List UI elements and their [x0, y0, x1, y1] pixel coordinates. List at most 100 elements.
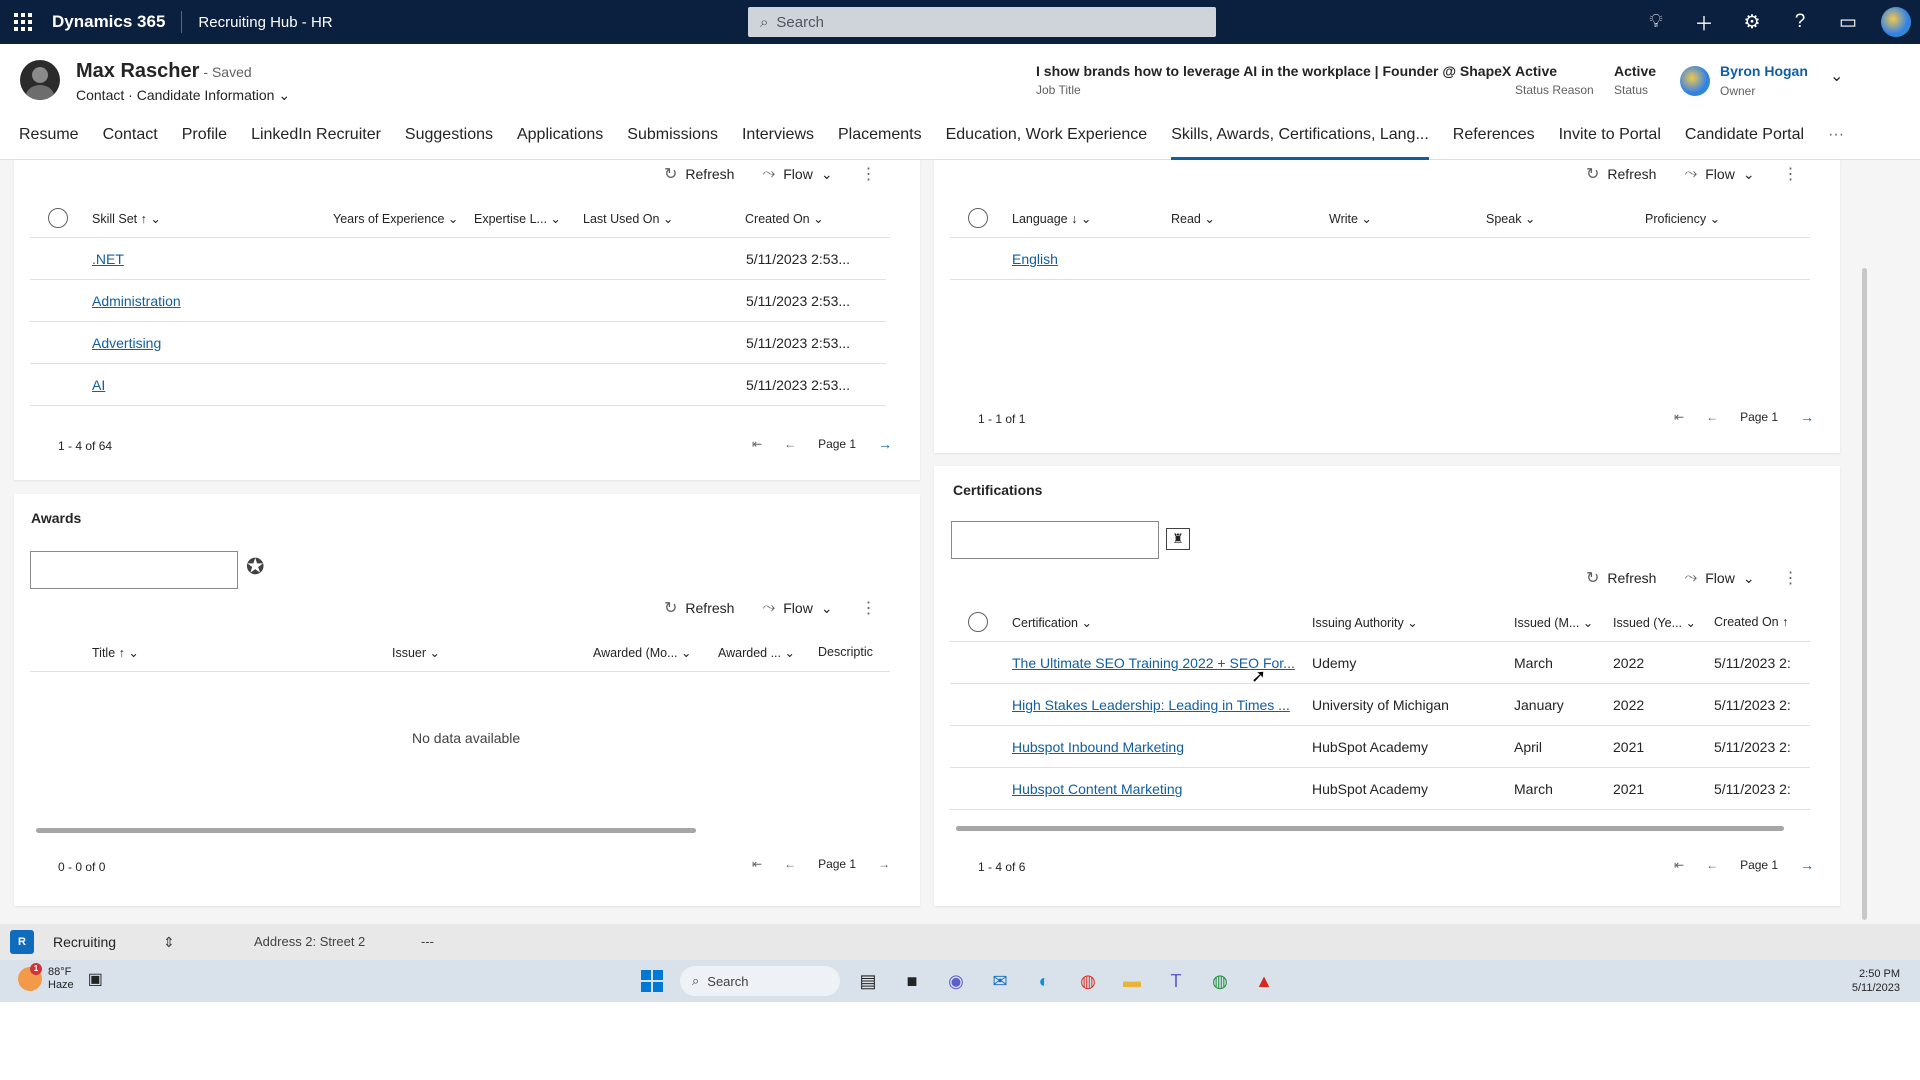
certificate-icon[interactable]: ♜ — [1166, 528, 1190, 550]
skill-link[interactable]: Advertising — [92, 335, 161, 351]
table-row[interactable]: Hubspot Content Marketing HubSpot Academ… — [950, 768, 1810, 810]
taskbar-search[interactable]: ⌕ Search — [680, 966, 840, 996]
address-2-street-2-value[interactable]: --- — [421, 934, 434, 949]
column-title[interactable]: Title ↑ ⌄ — [92, 645, 139, 660]
table-row[interactable]: Administration 5/11/2023 2:53... — [30, 280, 886, 322]
file-explorer-pinned-icon[interactable]: ■ — [896, 965, 928, 997]
app-launcher-icon[interactable] — [0, 0, 46, 44]
plus-icon[interactable]: ＋ — [1680, 9, 1728, 36]
header-expand-chevron-icon[interactable]: ⌄ — [1830, 66, 1843, 86]
app-area-name[interactable]: Recruiting Hub - HR — [198, 14, 332, 31]
table-row[interactable]: Advertising 5/11/2023 2:53... — [30, 322, 886, 364]
first-page-icon[interactable]: ⇤ — [752, 437, 762, 451]
column-issued-year[interactable]: Issued (Ye... ⌄ — [1613, 615, 1696, 630]
next-page-icon[interactable]: → — [878, 436, 892, 452]
skill-link[interactable]: .NET — [92, 251, 124, 267]
next-page-icon[interactable]: → — [1800, 409, 1814, 425]
vertical-scrollbar[interactable] — [1862, 268, 1867, 920]
column-speak[interactable]: Speak ⌄ — [1486, 211, 1535, 226]
tab-references[interactable]: References — [1441, 120, 1547, 160]
flow-button[interactable]: ⤳ Flow ⌄ — [762, 165, 832, 183]
more-options-icon[interactable]: ⋮ — [861, 598, 877, 618]
certification-link[interactable]: Hubspot Content Marketing — [1012, 781, 1182, 797]
tab-suggestions[interactable]: Suggestions — [393, 120, 505, 160]
chrome-profile-icon[interactable]: ◍ — [1204, 965, 1236, 997]
table-row[interactable]: English — [950, 238, 1810, 280]
select-all-checkbox[interactable] — [968, 208, 988, 228]
column-last-used-on[interactable]: Last Used On ⌄ — [583, 211, 673, 226]
select-all-checkbox[interactable] — [48, 208, 68, 228]
horizontal-scrollbar[interactable] — [956, 826, 1784, 831]
column-read[interactable]: Read ⌄ — [1171, 211, 1215, 226]
refresh-button[interactable]: ↻ Refresh — [664, 164, 734, 184]
table-row[interactable]: High Stakes Leadership: Leading in Times… — [950, 684, 1810, 726]
horizontal-scrollbar[interactable] — [36, 828, 696, 833]
previous-page-icon[interactable]: ← — [1706, 858, 1718, 872]
column-language[interactable]: Language ↓ ⌄ — [1012, 211, 1091, 226]
column-created-on[interactable]: Created On ↑ — [1714, 615, 1788, 629]
column-description[interactable]: Descriptic — [818, 645, 873, 659]
certification-link[interactable]: High Stakes Leadership: Leading in Times… — [1012, 697, 1290, 713]
table-row[interactable]: AI 5/11/2023 2:53... — [30, 364, 886, 406]
teams-icon[interactable]: T — [1160, 965, 1192, 997]
folder-icon[interactable]: ▬ — [1116, 965, 1148, 997]
skill-link[interactable]: AI — [92, 377, 105, 393]
acrobat-icon[interactable]: ▲ — [1248, 965, 1280, 997]
more-options-icon[interactable]: ⋮ — [1783, 568, 1799, 588]
tab-education-work-experience[interactable]: Education, Work Experience — [934, 120, 1160, 160]
windows-start-icon[interactable] — [636, 965, 668, 997]
tab-contact[interactable]: Contact — [91, 120, 170, 160]
column-issuing-authority[interactable]: Issuing Authority ⌄ — [1312, 615, 1418, 630]
more-options-icon[interactable]: ⋮ — [1783, 164, 1799, 184]
table-row[interactable]: The Ultimate SEO Training 2022 + SEO For… — [950, 642, 1810, 684]
more-tabs-icon[interactable]: ··· — [1816, 120, 1856, 160]
global-search-input[interactable]: ⌕ Search — [748, 7, 1216, 37]
form-selector[interactable]: Candidate Information ⌄ — [137, 87, 290, 103]
tab-resume[interactable]: Resume — [0, 120, 91, 160]
area-switcher-icon[interactable]: ⇕ — [163, 934, 175, 951]
first-page-icon[interactable]: ⇤ — [1674, 410, 1684, 424]
more-options-icon[interactable]: ⋮ — [861, 164, 877, 184]
flow-button[interactable]: ⤳ Flow ⌄ — [1684, 569, 1754, 587]
first-page-icon[interactable]: ⇤ — [752, 857, 762, 871]
column-years-of-experience[interactable]: Years of Experience ⌄ — [333, 211, 458, 226]
table-row[interactable]: .NET 5/11/2023 2:53... — [30, 238, 886, 280]
column-write[interactable]: Write ⌄ — [1329, 211, 1372, 226]
tab-placements[interactable]: Placements — [826, 120, 934, 160]
widgets-icon[interactable]: ▣ — [88, 969, 103, 989]
certification-link[interactable]: Hubspot Inbound Marketing — [1012, 739, 1184, 755]
tab-submissions[interactable]: Submissions — [615, 120, 730, 160]
tab-profile[interactable]: Profile — [170, 120, 239, 160]
column-proficiency[interactable]: Proficiency ⌄ — [1645, 211, 1720, 226]
app-name[interactable]: Dynamics 365 — [52, 12, 165, 32]
user-avatar[interactable] — [1881, 7, 1911, 37]
column-awarded-month[interactable]: Awarded (Mo... ⌄ — [593, 645, 691, 660]
system-clock[interactable]: 2:50 PM 5/11/2023 — [1852, 967, 1900, 995]
area-name[interactable]: Recruiting — [53, 934, 163, 950]
refresh-button[interactable]: ↻ Refresh — [1586, 164, 1656, 184]
weather-widget[interactable]: 1 88°F Haze ▣ — [18, 963, 103, 992]
tab-applications[interactable]: Applications — [505, 120, 615, 160]
task-view-icon[interactable]: ▤ — [852, 965, 884, 997]
chat-icon[interactable]: ▭ — [1824, 11, 1872, 34]
next-page-icon[interactable]: → — [1800, 857, 1814, 873]
previous-page-icon[interactable]: ← — [1706, 410, 1718, 424]
refresh-button[interactable]: ↻ Refresh — [664, 598, 734, 618]
skill-link[interactable]: Administration — [92, 293, 181, 309]
flow-button[interactable]: ⤳ Flow ⌄ — [1684, 165, 1754, 183]
chrome-icon[interactable]: ◍ — [1072, 965, 1104, 997]
refresh-button[interactable]: ↻ Refresh — [1586, 568, 1656, 588]
awards-quick-find-input[interactable] — [30, 551, 238, 589]
gear-icon[interactable]: ⚙ — [1728, 11, 1776, 34]
tab-invite-to-portal[interactable]: Invite to Portal — [1547, 120, 1673, 160]
language-link[interactable]: English — [1012, 251, 1058, 267]
tab-linkedin-recruiter[interactable]: LinkedIn Recruiter — [239, 120, 393, 160]
outlook-icon[interactable]: ✉ — [984, 965, 1016, 997]
column-issued-month[interactable]: Issued (M... ⌄ — [1514, 615, 1593, 630]
column-awarded-year[interactable]: Awarded ... ⌄ — [718, 645, 795, 660]
previous-page-icon[interactable]: ← — [784, 857, 796, 871]
owner-link[interactable]: Byron Hogan — [1720, 63, 1808, 79]
tab-candidate-portal[interactable]: Candidate Portal — [1673, 120, 1816, 160]
column-issuer[interactable]: Issuer ⌄ — [392, 645, 440, 660]
column-expertise-level[interactable]: Expertise L... ⌄ — [474, 211, 561, 226]
